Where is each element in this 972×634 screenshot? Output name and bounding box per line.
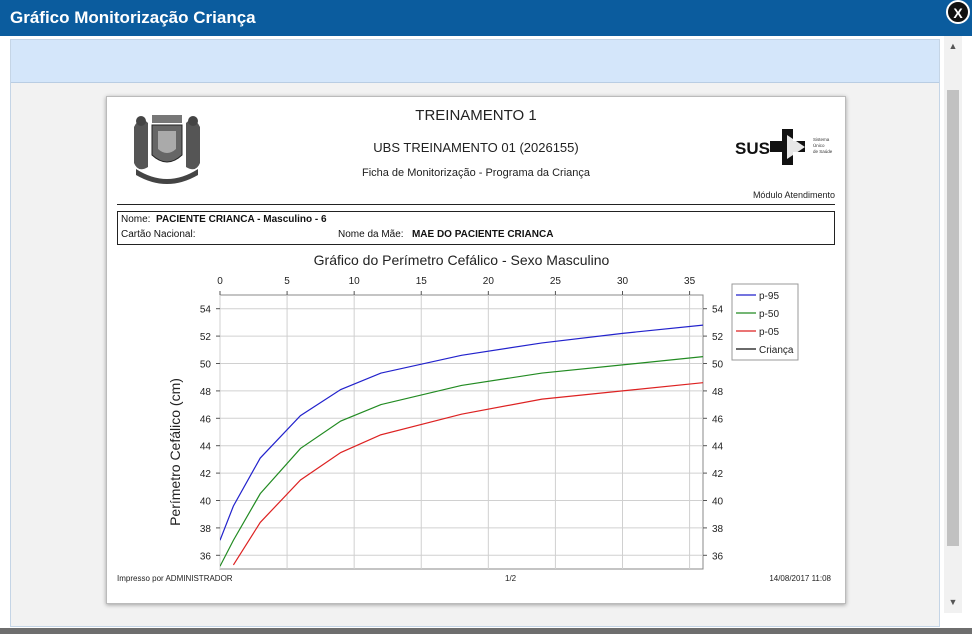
y-tick-label-left: 40 xyxy=(200,497,212,508)
window-bottom-edge xyxy=(0,628,972,634)
x-tick-label: 5 xyxy=(284,276,290,287)
vertical-scrollbar[interactable]: ▲ ▼ xyxy=(944,36,962,613)
legend-label: p-95 xyxy=(759,291,779,302)
y-tick-label-left: 42 xyxy=(200,469,212,480)
x-tick-label: 20 xyxy=(483,276,495,287)
y-tick-label-left: 48 xyxy=(200,387,212,398)
y-tick-label-right: 42 xyxy=(712,469,724,480)
x-tick-label: 30 xyxy=(617,276,629,287)
y-tick-label-left: 50 xyxy=(200,360,212,371)
y-tick-label-left: 54 xyxy=(200,305,212,316)
y-tick-label-right: 44 xyxy=(712,442,724,453)
svg-text:Sistema: Sistema xyxy=(813,137,830,142)
content-frame: TREINAMENTO 1 UBS TREINAMENTO 01 (202615… xyxy=(10,39,940,627)
x-tick-label: 0 xyxy=(217,276,223,287)
scroll-down-arrow-icon[interactable]: ▼ xyxy=(944,596,962,608)
y-tick-label-left: 44 xyxy=(200,442,212,453)
report-title: TREINAMENTO 1 xyxy=(415,107,537,124)
y-tick-label-right: 46 xyxy=(712,414,724,425)
close-button[interactable]: X xyxy=(946,0,970,24)
x-tick-label: 35 xyxy=(684,276,696,287)
legend-label: p-50 xyxy=(759,309,779,320)
patient-card-label: Cartão Nacional: xyxy=(121,229,196,240)
patient-name-row: Nome: PACIENTE CRIANCA - Masculino - 6 xyxy=(121,213,327,227)
footer-page: 1/2 xyxy=(505,574,517,583)
mother-row: Nome da Mãe: MAE DO PACIENTE CRIANCA xyxy=(338,228,553,242)
chart-title: Gráfico do Perímetro Cefálico - Sexo Mas… xyxy=(314,252,610,268)
x-tick-label: 25 xyxy=(550,276,562,287)
sus-logo: SUS Sistema Único de Saúde xyxy=(735,129,833,165)
patient-name-label: Nome: xyxy=(121,214,151,225)
y-tick-label-right: 48 xyxy=(712,387,724,398)
svg-text:de Saúde: de Saúde xyxy=(813,149,833,154)
y-tick-label-right: 36 xyxy=(712,551,724,562)
sus-logo-text: SUS xyxy=(735,139,770,158)
report-page: TREINAMENTO 1 UBS TREINAMENTO 01 (202615… xyxy=(106,96,846,604)
header-divider xyxy=(117,204,835,205)
module-label: Módulo Atendimento xyxy=(752,190,835,200)
window-titlebar: Gráfico Monitorização Criança X xyxy=(0,0,972,36)
footer-printed-by: Impresso por ADMINISTRADOR xyxy=(117,574,233,583)
y-tick-label-right: 52 xyxy=(712,332,724,343)
patient-name-value: PACIENTE CRIANCA - Masculino - 6 xyxy=(156,214,327,225)
y-tick-label-left: 38 xyxy=(200,524,212,535)
mother-label: Nome da Mãe: xyxy=(338,229,404,240)
scroll-up-arrow-icon[interactable]: ▲ xyxy=(944,40,962,52)
y-tick-label-right: 50 xyxy=(712,360,724,371)
y-tick-label-left: 36 xyxy=(200,551,212,562)
legend-label: p-05 xyxy=(759,327,779,338)
head-circumference-chart: Gráfico do Perímetro Cefálico - Sexo Mas… xyxy=(167,252,799,570)
patient-info-box: Nome: PACIENTE CRIANCA - Masculino - 6 C… xyxy=(117,211,835,245)
scrollbar-thumb[interactable] xyxy=(947,90,959,546)
dialog-body: TREINAMENTO 1 UBS TREINAMENTO 01 (202615… xyxy=(0,36,972,628)
y-tick-label-right: 38 xyxy=(712,524,724,535)
legend-label: Criança xyxy=(759,345,794,356)
report-subtitle: Ficha de Monitorização - Programa da Cri… xyxy=(361,167,591,179)
svg-text:Único: Único xyxy=(813,142,825,148)
window-title: Gráfico Monitorização Criança xyxy=(10,8,256,27)
x-tick-label: 10 xyxy=(349,276,361,287)
footer-datetime: 14/08/2017 11:08 xyxy=(769,574,831,583)
info-band xyxy=(11,40,939,83)
y-tick-label-right: 54 xyxy=(712,305,724,316)
y-axis-label: Perímetro Cefálico (cm) xyxy=(167,378,183,526)
mother-value: MAE DO PACIENTE CRIANCA xyxy=(411,229,554,240)
y-tick-label-right: 40 xyxy=(712,497,724,508)
x-tick-label: 15 xyxy=(416,276,428,287)
y-tick-label-left: 46 xyxy=(200,414,212,425)
y-tick-label-left: 52 xyxy=(200,332,212,343)
